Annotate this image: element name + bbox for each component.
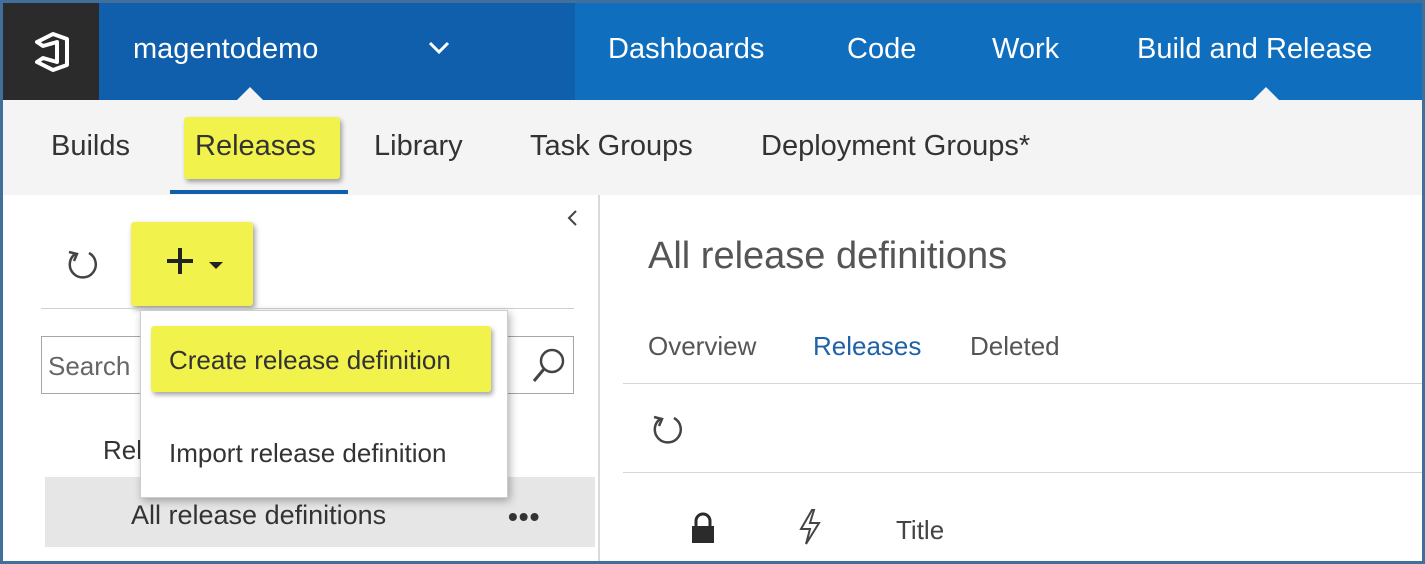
lock-icon [690, 511, 716, 550]
lightning-icon [797, 508, 823, 551]
left-divider [41, 308, 574, 309]
search-placeholder[interactable]: Search [48, 351, 130, 382]
collapse-panel-icon[interactable] [566, 207, 578, 233]
column-header-title[interactable]: Title [896, 515, 944, 546]
hub-code[interactable]: Code [847, 33, 916, 66]
tabs-divider [623, 383, 1422, 384]
app-frame: magentodemo Dashboards Code Work Build a… [0, 0, 1425, 564]
menu-item-import-release-definition[interactable]: Import release definition [169, 438, 446, 469]
hub-active-notch [1252, 87, 1280, 101]
more-actions-icon[interactable]: ••• [508, 501, 540, 533]
plus-icon[interactable] [165, 246, 195, 281]
subnav-library[interactable]: Library [374, 130, 463, 163]
hub-work[interactable]: Work [992, 33, 1059, 66]
definitions-item-label[interactable]: All release definitions [131, 500, 386, 531]
project-notch [236, 87, 264, 101]
section-label: Rel [103, 435, 143, 465]
subnav-task-groups[interactable]: Task Groups [530, 130, 693, 163]
refresh-icon[interactable] [65, 246, 99, 287]
chevron-down-icon[interactable] [428, 41, 450, 60]
tab-overview[interactable]: Overview [648, 331, 756, 362]
subnav-builds[interactable]: Builds [51, 130, 130, 163]
subnav-releases[interactable]: Releases [195, 130, 316, 163]
vsts-logo-icon [35, 31, 69, 72]
panel-divider[interactable] [598, 195, 600, 561]
search-icon[interactable] [530, 346, 568, 391]
subnav-active-underline [170, 190, 348, 194]
caret-down-icon[interactable] [209, 262, 223, 269]
page-title: All release definitions [648, 235, 1008, 277]
hub-dashboards[interactable]: Dashboards [608, 33, 764, 66]
tab-releases[interactable]: Releases [813, 331, 921, 362]
refresh-icon[interactable] [650, 411, 684, 452]
logo[interactable] [3, 3, 99, 100]
toolbar-divider [623, 472, 1422, 473]
tab-deleted[interactable]: Deleted [970, 331, 1060, 362]
subnav-deployment-groups[interactable]: Deployment Groups* [761, 130, 1030, 163]
project-name[interactable]: magentodemo [133, 33, 318, 66]
hub-build-and-release[interactable]: Build and Release [1137, 33, 1372, 66]
menu-item-create-release-definition[interactable]: Create release definition [169, 345, 451, 376]
